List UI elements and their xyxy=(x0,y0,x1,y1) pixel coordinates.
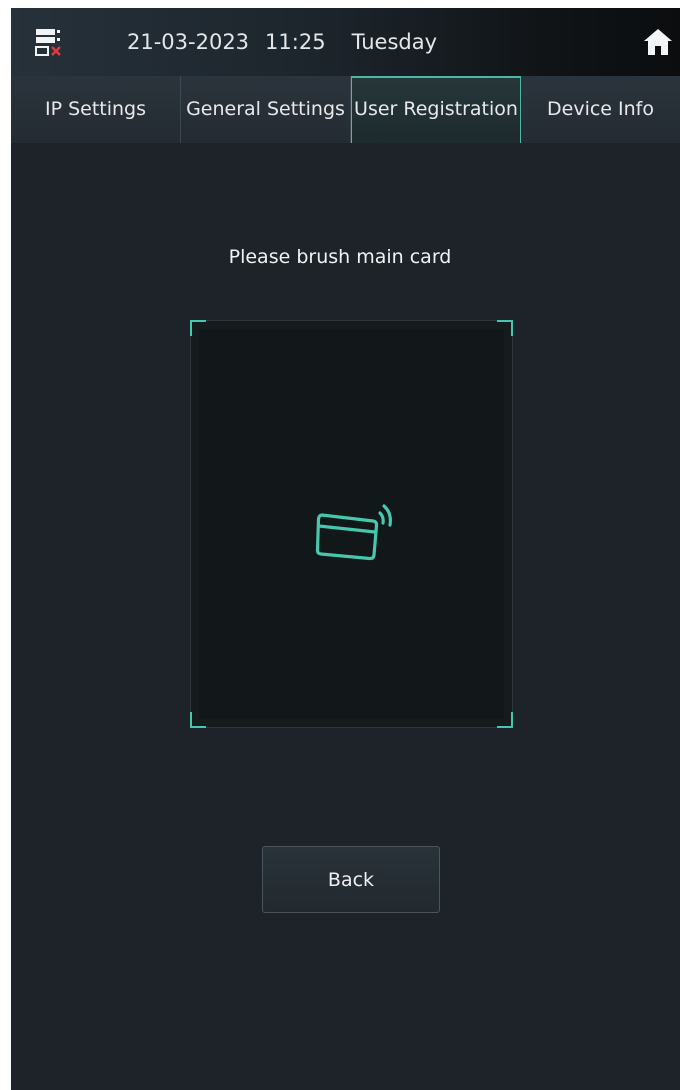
network-disconnected-icon xyxy=(35,29,61,56)
date-time: 21-03-2023 11:25 Tuesday xyxy=(127,26,437,58)
settings-tab-bar: IP Settings General Settings User Regist… xyxy=(11,76,680,143)
frame-corner-top-right xyxy=(497,320,513,336)
home-icon[interactable] xyxy=(642,26,674,58)
device-screen: 21-03-2023 11:25 Tuesday IP Settings Gener… xyxy=(11,8,680,1090)
tab-general-settings[interactable]: General Settings xyxy=(181,76,351,143)
tab-user-registration[interactable]: User Registration xyxy=(351,76,521,143)
card-scan-area xyxy=(190,320,513,728)
time-text: 11:25 xyxy=(265,30,326,54)
tab-ip-settings[interactable]: IP Settings xyxy=(11,76,181,143)
day-text: Tuesday xyxy=(351,30,438,54)
frame-corner-bottom-left xyxy=(190,712,206,728)
date-text: 21-03-2023 xyxy=(127,30,250,54)
frame-corner-bottom-right xyxy=(497,712,513,728)
card-swipe-icon xyxy=(315,504,392,561)
back-button[interactable]: Back xyxy=(262,846,440,913)
frame-corner-top-left xyxy=(190,320,206,336)
status-bar: 21-03-2023 11:25 Tuesday xyxy=(11,8,680,76)
card-prompt: Please brush main card xyxy=(228,246,452,268)
tab-device-info[interactable]: Device Info xyxy=(521,76,680,143)
